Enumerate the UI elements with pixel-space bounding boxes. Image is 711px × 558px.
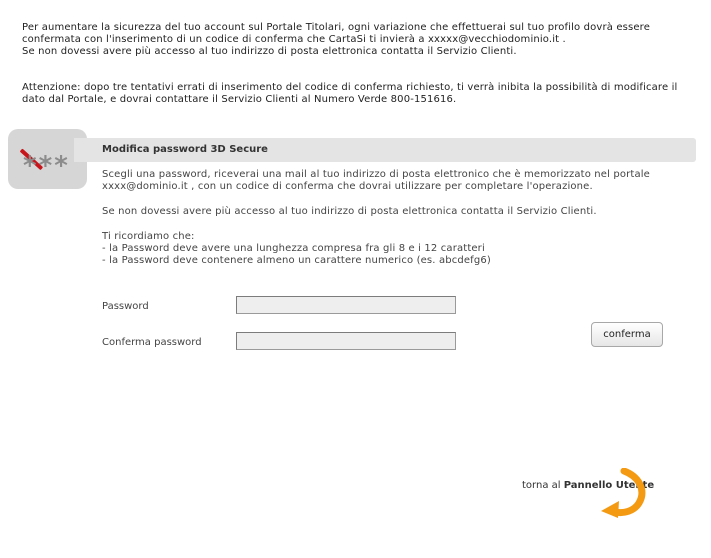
reminder-title: Ti ricordiamo che:: [102, 231, 195, 242]
confirm-password-row: Conferma password: [102, 332, 462, 354]
no-access-notice: Se non dovessi avere più accesso al tuo …: [22, 46, 517, 57]
section-body: Scegli una password, riceverai una mail …: [102, 169, 702, 267]
password-label: Password: [102, 301, 149, 312]
password-input[interactable]: [236, 296, 456, 314]
back-prefix: torna al: [522, 480, 564, 491]
section-title: Modifica password 3D Secure: [102, 144, 268, 155]
instructions-text: Scegli una password, riceverai una mail …: [102, 169, 650, 192]
rule-length: - la Password deve avere una lunghezza c…: [102, 243, 485, 254]
confirm-password-input[interactable]: [236, 332, 456, 350]
asterisks-icon: ***: [23, 151, 70, 181]
rule-numeric: - la Password deve contenere almeno un c…: [102, 255, 491, 266]
no-access-text: Se non dovessi avere più accesso al tuo …: [102, 206, 597, 217]
security-notice: Per aumentare la sicurezza del tuo accou…: [22, 22, 651, 45]
intro-text: Per aumentare la sicurezza del tuo accou…: [22, 22, 692, 106]
attempts-warning: Attenzione: dopo tre tentativi errati di…: [22, 82, 678, 105]
orange-return-arrow-icon[interactable]: [598, 468, 648, 520]
confirm-password-label: Conferma password: [102, 337, 202, 348]
confirm-button[interactable]: conferma: [591, 322, 663, 347]
password-row: Password: [102, 296, 462, 318]
section-header: Modifica password 3D Secure: [74, 138, 696, 162]
